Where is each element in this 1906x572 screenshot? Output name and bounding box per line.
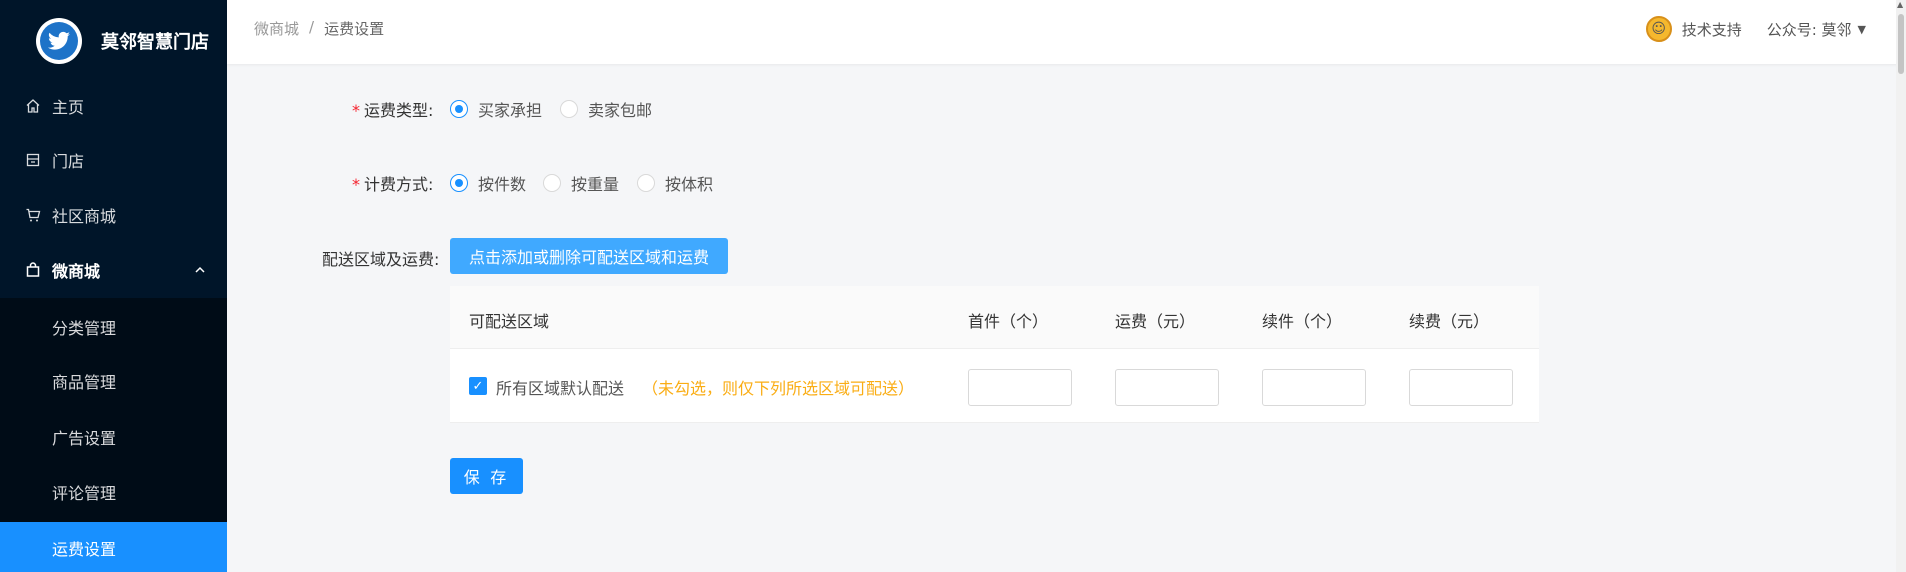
submenu-item-reviews[interactable]: 评论管理 xyxy=(0,466,227,518)
delivery-table: 可配送区域 首件（个） 运费（元） 续件（个） 续费（元） ✓ 所有区域默认配送… xyxy=(450,286,1539,423)
billing-method-label: * 计费方式: xyxy=(352,171,433,195)
default-delivery-label: 所有区域默认配送 xyxy=(496,379,625,398)
shipping-type-label-text: 运费类型: xyxy=(364,101,434,120)
radio-seller-free-shipping[interactable]: 卖家包邮 xyxy=(560,97,652,121)
default-delivery-checkbox[interactable]: ✓ xyxy=(469,377,487,395)
extra-fee-input[interactable] xyxy=(1409,369,1513,406)
radio-label: 卖家包邮 xyxy=(588,101,653,120)
brand-row: 莫邻智慧门店 xyxy=(0,0,227,82)
submenu-item-ads[interactable]: 广告设置 xyxy=(0,411,227,463)
first-item-input[interactable] xyxy=(968,369,1072,406)
radio-unselected[interactable] xyxy=(543,174,561,192)
submenu-item-shipping[interactable]: 运费设置 xyxy=(0,522,227,572)
breadcrumb-item-wechat-mall[interactable]: 微商城 xyxy=(254,18,299,39)
account-menu[interactable]: 公众号: 莫邻 xyxy=(1767,19,1852,40)
submenu-item-label: 运费设置 xyxy=(52,540,117,559)
cart-icon xyxy=(24,206,42,224)
sidebar-item-label: 社区商城 xyxy=(52,207,117,226)
extra-item-input[interactable] xyxy=(1262,369,1366,406)
submenu-item-category[interactable]: 分类管理 xyxy=(0,301,227,353)
column-header-area: 可配送区域 xyxy=(469,312,550,331)
sidebar-item-label: 门店 xyxy=(52,152,85,171)
header-actions: ☺ 技术支持 公众号: 莫邻 ▼ xyxy=(1645,16,1866,42)
submenu-item-label: 商品管理 xyxy=(52,373,117,392)
store-icon xyxy=(24,151,42,169)
default-delivery-hint: （未勾选，则仅下列所选区域可配送） xyxy=(642,379,915,398)
radio-label: 按体积 xyxy=(665,175,714,194)
breadcrumb-item-current: 运费设置 xyxy=(324,20,385,38)
radio-unselected[interactable] xyxy=(560,100,578,118)
required-mark: * xyxy=(352,101,360,120)
radio-buyer-pays[interactable]: 买家承担 xyxy=(450,97,542,121)
radio-unselected[interactable] xyxy=(637,174,655,192)
column-header-extra-item: 续件（个） xyxy=(1262,312,1343,331)
shipping-fee-input[interactable] xyxy=(1115,369,1219,406)
sidebar-item-label: 主页 xyxy=(52,98,85,117)
delivery-area-label: 配送区域及运费: xyxy=(322,250,440,269)
sidebar-item-label: 微商城 xyxy=(52,262,101,281)
sidebar: 莫邻智慧门店 主页 门店 社区商城 微商城 分类管理 商品管理 广告设置 评论管… xyxy=(0,0,227,572)
shipping-type-label: * 运费类型: xyxy=(352,97,433,121)
header: 微商城 / 运费设置 ☺ 技术支持 公众号: 莫邻 ▼ xyxy=(227,0,1906,64)
table-row: ✓ 所有区域默认配送 （未勾选，则仅下列所选区域可配送） xyxy=(450,349,1539,423)
shopping-bag-icon xyxy=(24,261,42,279)
radio-selected[interactable] xyxy=(450,174,468,192)
radio-label: 按重量 xyxy=(571,175,620,194)
page-scrollbar[interactable]: ▲ xyxy=(1896,0,1906,572)
sidebar-item-store[interactable]: 门店 xyxy=(0,133,227,187)
radio-by-count[interactable]: 按件数 xyxy=(450,171,526,195)
submenu-item-label: 分类管理 xyxy=(52,319,117,338)
caret-down-icon[interactable]: ▼ xyxy=(1858,23,1866,36)
support-link[interactable]: 技术支持 xyxy=(1682,19,1742,40)
bird-logo-icon xyxy=(36,18,82,64)
billing-method-label-text: 计费方式: xyxy=(364,175,434,194)
submenu: 分类管理 商品管理 广告设置 评论管理 运费设置 xyxy=(0,298,227,572)
radio-by-weight[interactable]: 按重量 xyxy=(543,171,619,195)
column-header-extra-fee: 续费（元） xyxy=(1409,312,1490,331)
submenu-item-label: 评论管理 xyxy=(52,484,117,503)
brand-name: 莫邻智慧门店 xyxy=(101,32,209,53)
app: 莫邻智慧门店 主页 门店 社区商城 微商城 分类管理 商品管理 广告设置 评论管… xyxy=(0,0,1906,572)
scrollbar-thumb[interactable] xyxy=(1898,14,1904,74)
home-icon xyxy=(24,97,42,115)
breadcrumb-separator: / xyxy=(309,18,315,36)
add-delivery-area-button[interactable]: 点击添加或删除可配送区域和运费 xyxy=(450,238,728,274)
column-header-first-item: 首件（个） xyxy=(968,312,1049,331)
table-header: 可配送区域 首件（个） 运费（元） 续件（个） 续费（元） xyxy=(450,286,1539,349)
scroll-up-icon[interactable]: ▲ xyxy=(1897,0,1903,9)
save-button[interactable]: 保 存 xyxy=(450,458,523,494)
radio-by-volume[interactable]: 按体积 xyxy=(637,171,713,195)
radio-selected[interactable] xyxy=(450,100,468,118)
radio-label: 买家承担 xyxy=(478,101,543,120)
sidebar-item-wechat-mall[interactable]: 微商城 xyxy=(0,243,227,297)
sidebar-item-community-mall[interactable]: 社区商城 xyxy=(0,188,227,242)
required-mark: * xyxy=(352,175,360,194)
sidebar-item-home[interactable]: 主页 xyxy=(0,79,227,133)
column-header-shipping-fee: 运费（元） xyxy=(1115,312,1196,331)
submenu-item-label: 广告设置 xyxy=(52,429,117,448)
radio-label: 按件数 xyxy=(478,175,527,194)
submenu-item-products[interactable]: 商品管理 xyxy=(0,355,227,407)
breadcrumb: 微商城 / 运费设置 xyxy=(254,18,384,39)
chevron-up-icon xyxy=(195,263,205,277)
support-avatar-icon[interactable]: ☺ xyxy=(1645,16,1672,42)
